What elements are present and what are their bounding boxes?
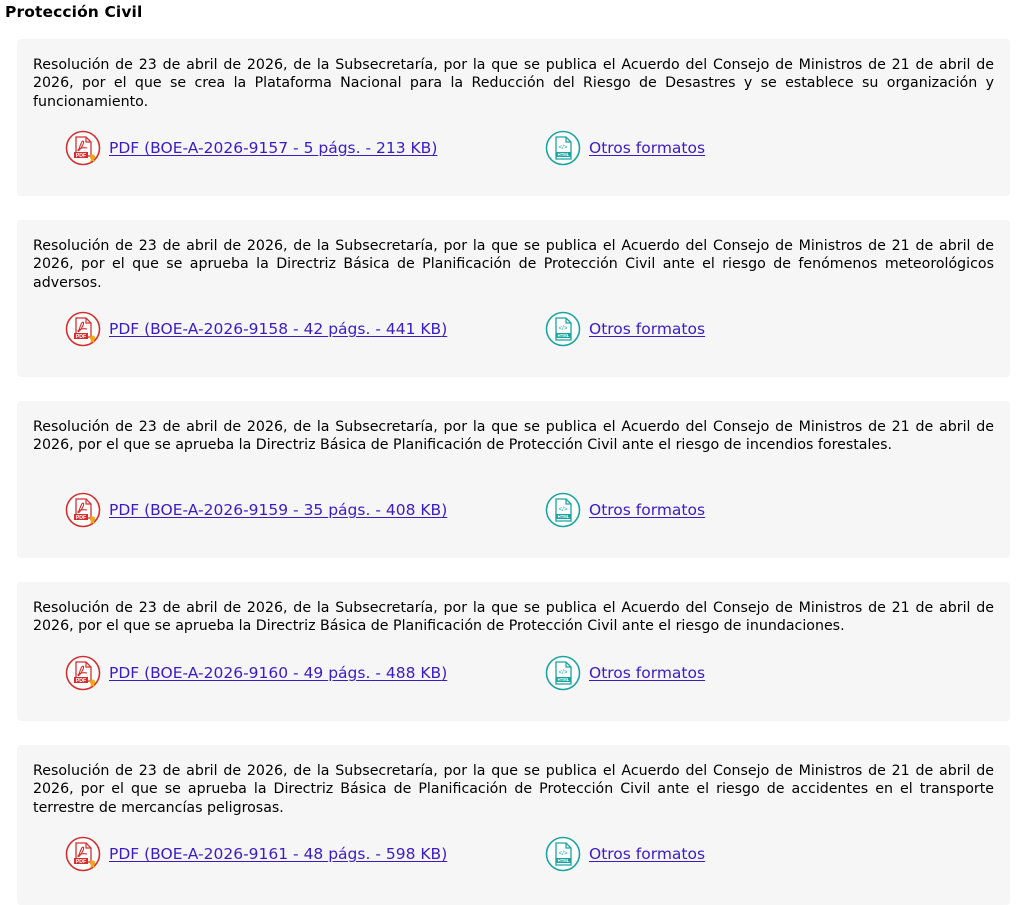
other-formats-group: </> HTML Otros formatos <box>545 836 705 872</box>
pdf-link[interactable]: PDF (BOE-A-2026-9161 - 48 págs. - 598 KB… <box>109 845 447 863</box>
pdf-size-text: - 213 <box>360 139 411 157</box>
svg-text:PDF: PDF <box>76 678 86 684</box>
pdf-link-text: PDF (BOE-A-2026-9157 - 5 <box>109 139 319 157</box>
pdf-link-text: PDF (BOE-A-2026-9161 - 48 <box>109 845 329 863</box>
pdf-file-icon[interactable]: PDF <box>65 311 101 347</box>
svg-text:</>: </> <box>559 145 568 151</box>
pdf-link-text: PDF (BOE-A-2026-9160 - 49 <box>109 664 329 682</box>
kb-abbr: KB <box>420 320 442 338</box>
svg-text:PDF: PDF <box>76 515 86 521</box>
list-item: Resolución de 23 de abril de 2026, de la… <box>17 745 1010 905</box>
other-formats-link[interactable]: Otros formatos <box>589 139 705 157</box>
entry-links: PDF PDF (BOE-A-2026-9157 - 5 págs. - 213… <box>65 130 705 166</box>
list-item: Resolución de 23 de abril de 2026, de la… <box>17 39 1010 196</box>
list-item: Resolución de 23 de abril de 2026, de la… <box>17 582 1010 721</box>
other-formats-group: </> HTML Otros formatos <box>545 492 705 528</box>
entry-title: Resolución de 23 de abril de 2026, de la… <box>33 57 994 110</box>
pdf-link-close: ) <box>431 139 438 157</box>
other-formats-link[interactable]: Otros formatos <box>589 320 705 338</box>
entry-title: Resolución de 23 de abril de 2026, de la… <box>33 600 994 635</box>
entry-links: PDF PDF (BOE-A-2026-9161 - 48 págs. - 59… <box>65 836 705 872</box>
kb-abbr: KB <box>410 139 432 157</box>
pdf-link-group: PDF PDF (BOE-A-2026-9161 - 48 págs. - 59… <box>65 836 545 872</box>
pdf-link-group: PDF PDF (BOE-A-2026-9160 - 49 págs. - 48… <box>65 655 545 691</box>
pdf-link-group: PDF PDF (BOE-A-2026-9157 - 5 págs. - 213… <box>65 130 545 166</box>
pdf-file-icon[interactable]: PDF <box>65 130 101 166</box>
svg-text:HTML: HTML <box>558 677 570 682</box>
html-file-icon[interactable]: </> HTML <box>545 311 581 347</box>
html-file-icon[interactable]: </> HTML <box>545 836 581 872</box>
svg-text:HTML: HTML <box>558 858 570 863</box>
pdf-link-close: ) <box>441 501 448 519</box>
pdf-link-close: ) <box>441 320 448 338</box>
svg-text:</>: </> <box>559 326 568 332</box>
svg-text:</>: </> <box>559 507 568 513</box>
entry-title: Resolución de 23 de abril de 2026, de la… <box>33 419 994 454</box>
svg-text:PDF: PDF <box>76 334 86 340</box>
pdf-link[interactable]: PDF (BOE-A-2026-9157 - 5 págs. - 213 KB) <box>109 139 437 157</box>
pdf-size-text: - 598 <box>370 845 421 863</box>
pdf-file-icon[interactable]: PDF <box>65 655 101 691</box>
list-item: Resolución de 23 de abril de 2026, de la… <box>17 220 1010 377</box>
pdf-link[interactable]: PDF (BOE-A-2026-9158 - 42 págs. - 441 KB… <box>109 320 447 338</box>
entry-title: Resolución de 23 de abril de 2026, de la… <box>33 763 994 816</box>
other-formats-group: </> HTML Otros formatos <box>545 130 705 166</box>
other-formats-link[interactable]: Otros formatos <box>589 845 705 863</box>
pdf-link-group: PDF PDF (BOE-A-2026-9159 - 35 págs. - 40… <box>65 492 545 528</box>
svg-text:PDF: PDF <box>76 859 86 865</box>
pdf-file-icon[interactable]: PDF <box>65 492 101 528</box>
svg-text:HTML: HTML <box>558 152 570 157</box>
entries-list: Resolución de 23 de abril de 2026, de la… <box>17 39 1010 905</box>
kb-abbr: KB <box>420 845 442 863</box>
svg-text:PDF: PDF <box>76 153 86 159</box>
entry-title: Resolución de 23 de abril de 2026, de la… <box>33 238 994 291</box>
svg-text:HTML: HTML <box>558 333 570 338</box>
html-file-icon[interactable]: </> HTML <box>545 492 581 528</box>
pdf-link-text: PDF (BOE-A-2026-9159 - 35 <box>109 501 329 519</box>
kb-abbr: KB <box>420 501 442 519</box>
pdf-link-close: ) <box>441 845 448 863</box>
pdf-size-text: - 408 <box>370 501 421 519</box>
pages-abbr: págs. <box>328 845 371 863</box>
pdf-link-close: ) <box>441 664 448 682</box>
pdf-link[interactable]: PDF (BOE-A-2026-9160 - 49 págs. - 488 KB… <box>109 664 447 682</box>
other-formats-link[interactable]: Otros formatos <box>589 501 705 519</box>
other-formats-group: </> HTML Otros formatos <box>545 311 705 347</box>
pages-abbr: págs. <box>328 501 371 519</box>
svg-text:</>: </> <box>559 670 568 676</box>
entry-links: PDF PDF (BOE-A-2026-9159 - 35 págs. - 40… <box>65 492 705 528</box>
svg-text:</>: </> <box>559 851 568 857</box>
list-item: Resolución de 23 de abril de 2026, de la… <box>17 401 1010 558</box>
kb-abbr: KB <box>420 664 442 682</box>
pdf-link-group: PDF PDF (BOE-A-2026-9158 - 42 págs. - 44… <box>65 311 545 347</box>
pages-abbr: págs. <box>328 320 371 338</box>
pdf-link-text: PDF (BOE-A-2026-9158 - 42 <box>109 320 329 338</box>
svg-text:HTML: HTML <box>558 514 570 519</box>
other-formats-link[interactable]: Otros formatos <box>589 664 705 682</box>
pdf-size-text: - 488 <box>370 664 421 682</box>
other-formats-group: </> HTML Otros formatos <box>545 655 705 691</box>
pdf-size-text: - 441 <box>370 320 421 338</box>
pages-abbr: págs. <box>328 664 371 682</box>
html-file-icon[interactable]: </> HTML <box>545 655 581 691</box>
pages-abbr: págs. <box>318 139 361 157</box>
html-file-icon[interactable]: </> HTML <box>545 130 581 166</box>
pdf-file-icon[interactable]: PDF <box>65 836 101 872</box>
entry-links: PDF PDF (BOE-A-2026-9158 - 42 págs. - 44… <box>65 311 705 347</box>
entry-links: PDF PDF (BOE-A-2026-9160 - 49 págs. - 48… <box>65 655 705 691</box>
section-title: Protección Civil <box>5 3 143 21</box>
pdf-link[interactable]: PDF (BOE-A-2026-9159 - 35 págs. - 408 KB… <box>109 501 447 519</box>
